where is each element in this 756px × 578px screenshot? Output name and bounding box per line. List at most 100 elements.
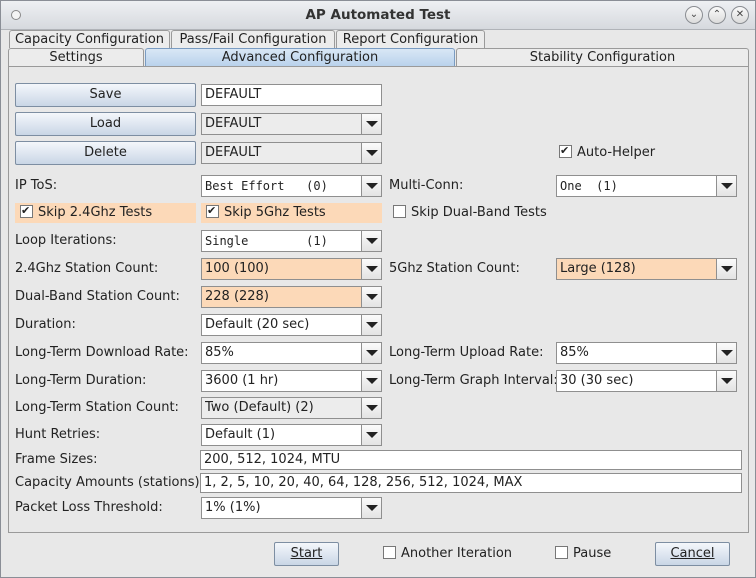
lt-upload-select[interactable]: 85% <box>556 342 737 364</box>
close-icon[interactable]: ✕ <box>731 6 749 24</box>
tab-pass-fail-configuration[interactable]: Pass/Fail Configuration <box>171 30 335 48</box>
lt-duration-select[interactable]: 3600 (1 hr) <box>201 370 382 392</box>
lt-download-value: 85% <box>205 345 234 360</box>
tab-label: Capacity Configuration <box>14 32 165 47</box>
checkbox-checked-icon[interactable] <box>20 205 33 218</box>
station-24ghz-label: 2.4Ghz Station Count: <box>15 261 159 276</box>
checkbox-unchecked-icon[interactable] <box>383 546 396 559</box>
tab-label: Advanced Configuration <box>221 50 379 65</box>
checkbox-label: Pause <box>573 546 612 561</box>
chevron-down-icon[interactable] <box>716 176 736 196</box>
checkbox-checked-icon[interactable] <box>559 145 572 158</box>
checkbox-unchecked-icon[interactable] <box>555 546 568 559</box>
chevron-down-icon[interactable] <box>361 176 381 196</box>
delete-button[interactable]: Delete <box>15 141 196 165</box>
checkbox-label: Skip 2.4Ghz Tests <box>38 205 153 220</box>
another-iteration-checkbox[interactable]: Another Iteration <box>383 544 512 564</box>
start-label: Start <box>290 546 323 561</box>
duration-select[interactable]: Default (20 sec) <box>201 314 382 336</box>
minimize-icon[interactable]: ⌄ <box>685 6 703 24</box>
chevron-down-icon[interactable] <box>716 259 736 279</box>
ip-tos-value: Best Effort (0) <box>205 179 328 193</box>
hunt-retries-label: Hunt Retries: <box>15 427 101 442</box>
lt-station-count-select[interactable]: Two (Default) (2) <box>201 397 382 419</box>
loop-iterations-value: Single (1) <box>205 234 328 248</box>
lt-duration-label: Long-Term Duration: <box>15 373 147 388</box>
checkbox-checked-icon[interactable] <box>206 205 219 218</box>
tab-settings[interactable]: Settings <box>8 48 144 66</box>
cancel-label: Cancel <box>670 546 715 561</box>
multi-conn-select[interactable]: One (1) <box>556 175 737 197</box>
lt-download-select[interactable]: 85% <box>201 342 382 364</box>
chevron-down-icon[interactable] <box>716 343 736 363</box>
load-button[interactable]: Load <box>15 112 196 136</box>
station-dual-band-label: Dual-Band Station Count: <box>15 289 180 304</box>
packet-loss-select[interactable]: 1% (1%) <box>201 497 382 519</box>
load-select-value: DEFAULT <box>205 116 262 131</box>
station-5ghz-select[interactable]: Large (128) <box>556 258 737 280</box>
station-dual-band-value: 228 (228) <box>205 289 269 304</box>
maximize-icon[interactable]: ⌃ <box>708 6 726 24</box>
checkbox-label: Skip Dual-Band Tests <box>411 205 547 220</box>
auto-helper-checkbox[interactable]: Auto-Helper <box>559 143 655 163</box>
loop-iterations-label: Loop Iterations: <box>15 233 117 248</box>
lt-graph-interval-value: 30 (30 sec) <box>560 373 634 388</box>
lt-graph-interval-select[interactable]: 30 (30 sec) <box>556 370 737 392</box>
chevron-down-icon[interactable] <box>361 231 381 251</box>
chevron-down-icon[interactable] <box>361 498 381 518</box>
lt-graph-interval-label: Long-Term Graph Interval: <box>389 373 558 388</box>
lt-upload-value: 85% <box>560 345 589 360</box>
tab-report-configuration[interactable]: Report Configuration <box>336 30 485 48</box>
tab-label: Stability Configuration <box>529 50 676 65</box>
load-select[interactable]: DEFAULT <box>201 113 382 135</box>
station-5ghz-value: Large (128) <box>560 261 636 276</box>
ap-automated-test-window: AP Automated Test ⌄ ⌃ ✕ Capacity Configu… <box>0 0 756 578</box>
multi-conn-label: Multi-Conn: <box>389 178 464 193</box>
checkbox-unchecked-icon[interactable] <box>393 205 406 218</box>
tab-advanced-configuration[interactable]: Advanced Configuration <box>145 48 455 66</box>
station-dual-band-select[interactable]: 228 (228) <box>201 286 382 308</box>
chevron-down-icon[interactable] <box>361 425 381 445</box>
start-button[interactable]: Start <box>274 542 339 566</box>
tab-label: Pass/Fail Configuration <box>179 32 327 47</box>
capacity-amounts-input[interactable]: 1, 2, 5, 10, 20, 40, 64, 128, 256, 512, … <box>200 473 742 493</box>
skip-5ghz-checkbox[interactable]: Skip 5Ghz Tests <box>201 203 382 223</box>
cancel-button[interactable]: Cancel <box>655 542 730 566</box>
title-bar[interactable]: AP Automated Test ⌄ ⌃ ✕ <box>1 1 755 30</box>
lt-station-count-value: Two (Default) (2) <box>205 400 314 415</box>
ip-tos-select[interactable]: Best Effort (0) <box>201 175 382 197</box>
lt-upload-label: Long-Term Upload Rate: <box>389 345 544 360</box>
lt-download-label: Long-Term Download Rate: <box>15 345 189 360</box>
loop-iterations-select[interactable]: Single (1) <box>201 230 382 252</box>
delete-select[interactable]: DEFAULT <box>201 142 382 164</box>
station-5ghz-label: 5Ghz Station Count: <box>389 261 520 276</box>
packet-loss-label: Packet Loss Threshold: <box>15 500 163 515</box>
chevron-down-icon[interactable] <box>361 371 381 391</box>
duration-value: Default (20 sec) <box>205 317 310 332</box>
chevron-down-icon[interactable] <box>361 259 381 279</box>
chevron-down-icon[interactable] <box>361 114 381 134</box>
tab-capacity-configuration[interactable]: Capacity Configuration <box>9 30 170 48</box>
checkbox-label: Auto-Helper <box>577 145 656 160</box>
delete-select-value: DEFAULT <box>205 145 262 160</box>
chevron-down-icon[interactable] <box>361 343 381 363</box>
tab-label: Settings <box>49 50 103 65</box>
multi-conn-value: One (1) <box>560 179 618 193</box>
chevron-down-icon[interactable] <box>716 371 736 391</box>
station-24ghz-value: 100 (100) <box>205 261 269 276</box>
frame-sizes-input[interactable]: 200, 512, 1024, MTU <box>200 450 742 470</box>
frame-sizes-label: Frame Sizes: <box>15 452 98 467</box>
chevron-down-icon[interactable] <box>361 287 381 307</box>
skip-dual-band-checkbox[interactable]: Skip Dual-Band Tests <box>393 203 547 223</box>
save-name-input[interactable]: DEFAULT <box>201 84 382 106</box>
pause-checkbox[interactable]: Pause <box>555 544 611 564</box>
chevron-down-icon[interactable] <box>361 143 381 163</box>
skip-24ghz-checkbox[interactable]: Skip 2.4Ghz Tests <box>15 203 196 223</box>
station-24ghz-select[interactable]: 100 (100) <box>201 258 382 280</box>
tab-stability-configuration[interactable]: Stability Configuration <box>456 48 749 66</box>
save-button[interactable]: Save <box>15 83 196 107</box>
checkbox-label: Another Iteration <box>401 546 513 561</box>
hunt-retries-select[interactable]: Default (1) <box>201 424 382 446</box>
chevron-down-icon[interactable] <box>361 398 381 418</box>
chevron-down-icon[interactable] <box>361 315 381 335</box>
